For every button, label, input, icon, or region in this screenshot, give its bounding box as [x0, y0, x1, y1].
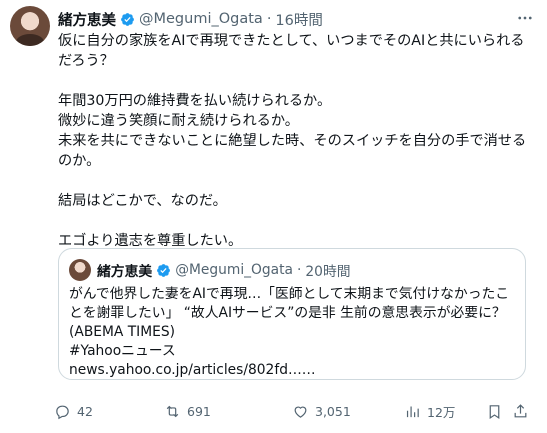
- repost-icon: [166, 405, 179, 417]
- quoted-tweet-time: 20時間: [305, 264, 351, 280]
- quoted-author-handle: @Megumi_Ogata: [175, 262, 293, 278]
- reply-icon: [56, 405, 69, 419]
- author-handle[interactable]: @Megumi_Ogata: [139, 11, 263, 27]
- quoted-tweet-header: 緒方恵美 @Megumi_Ogata · 20時間: [97, 260, 351, 280]
- author-name[interactable]: 緒方恵美: [58, 9, 116, 30]
- quoted-author-avatar: [69, 259, 91, 281]
- like-icon: [294, 405, 307, 418]
- reply-count: 42: [77, 403, 93, 419]
- views-button[interactable]: 12万: [404, 402, 455, 421]
- more-icon[interactable]: [515, 8, 535, 28]
- verified-badge-icon: [156, 263, 171, 278]
- quoted-tweet-text: がんで他界した妻をAIで再現…「医師として末期まで気付けなかったことを謝罪したい…: [69, 286, 510, 378]
- action-bar: 42 691 3,051 12万: [54, 400, 530, 422]
- separator-dot: ·: [266, 11, 272, 27]
- quoted-author-name: 緒方恵美: [97, 264, 153, 280]
- tweet-header: 緒方恵美 @Megumi_Ogata · 16時間: [58, 9, 535, 29]
- bookmark-icon: [489, 404, 500, 419]
- verified-badge-icon: [120, 12, 135, 27]
- tweet-time[interactable]: 16時間: [275, 9, 322, 30]
- like-button[interactable]: 3,051: [292, 403, 351, 420]
- repost-button[interactable]: 691: [164, 403, 211, 420]
- bookmark-button[interactable]: [486, 403, 503, 420]
- quoted-tweet[interactable]: 緒方恵美 @Megumi_Ogata · 20時間 がんで他界した妻をAIで再現…: [58, 248, 526, 380]
- share-button[interactable]: [512, 403, 529, 420]
- like-count: 3,051: [315, 403, 351, 419]
- tweet-text: 仮に自分の家族をAIで再現できたとして、いつまでそのAIと共にいられるだろう？ …: [58, 33, 527, 249]
- separator-dot: ·: [297, 262, 302, 278]
- reply-button[interactable]: 42: [54, 403, 93, 420]
- repost-count: 691: [187, 403, 211, 419]
- views-count: 12万: [427, 404, 456, 420]
- author-avatar[interactable]: [10, 6, 50, 46]
- share-icon: [514, 403, 527, 417]
- views-icon: [406, 406, 419, 417]
